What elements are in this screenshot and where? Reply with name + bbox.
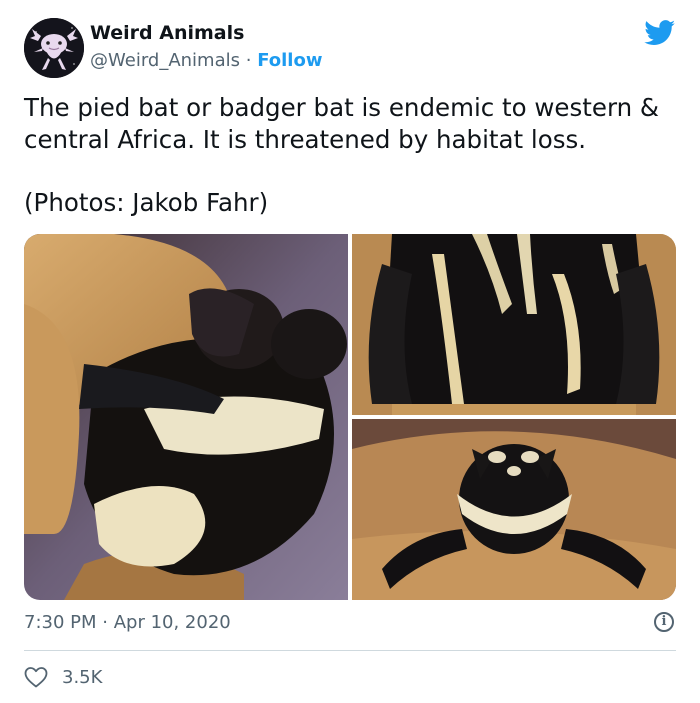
axolotl-avatar-icon [24,18,84,78]
photo-bat-side[interactable] [24,234,348,600]
avatar[interactable] [24,18,84,78]
time-date-separator: · [102,612,114,633]
heart-outline-icon [24,667,48,688]
handle-separator: · [245,50,258,71]
tweet-date: Apr 10, 2020 [113,612,231,633]
follow-button[interactable]: Follow [257,50,322,71]
bat-back-image [352,234,676,415]
tweet-text-body: The pied bat or badger bat is endemic to… [24,93,660,154]
like-button[interactable]: 3.5K [24,664,102,690]
timestamp[interactable]: 7:30 PM · Apr 10, 2020 [24,612,231,633]
twitter-bird-icon[interactable] [644,20,676,46]
tweet-card: Weird Animals @Weird_Animals · Follow Th… [0,0,700,703]
handle-row: @Weird_Animals · Follow [90,50,322,71]
media-grid [24,234,676,600]
divider [24,650,676,651]
like-count: 3.5K [62,666,103,688]
photo-bat-back[interactable] [352,234,676,415]
tweet-time: 7:30 PM [24,612,97,633]
user-handle[interactable]: @Weird_Animals [90,50,240,71]
bat-side-image [24,234,348,600]
info-icon[interactable]: i [654,612,674,632]
tweet-text: The pied bat or badger bat is endemic to… [24,92,674,219]
bat-front-image [352,419,676,600]
tweet-text-credit: (Photos: Jakob Fahr) [24,188,269,217]
display-name[interactable]: Weird Animals [90,22,244,44]
photo-bat-front[interactable] [352,419,676,600]
